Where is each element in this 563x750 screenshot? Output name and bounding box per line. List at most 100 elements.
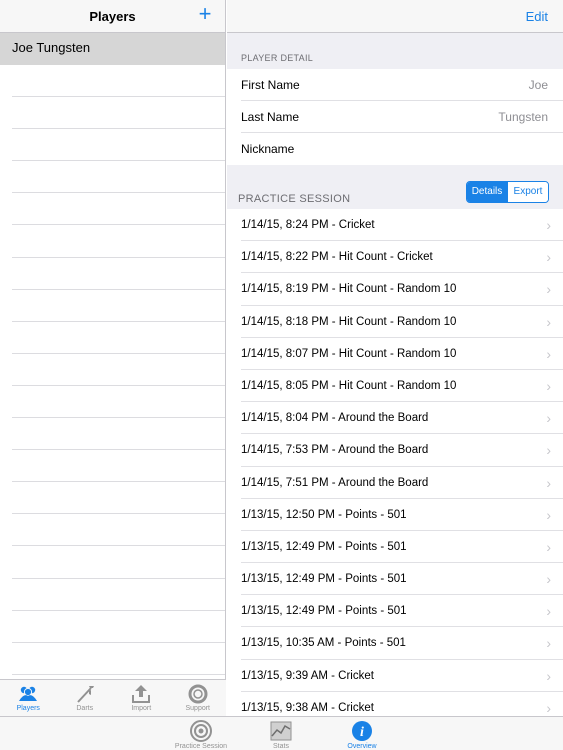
empty-list-row bbox=[12, 354, 225, 386]
tab-darts-label: Darts bbox=[76, 705, 94, 712]
empty-list-row bbox=[12, 258, 225, 290]
session-title: 1/13/15, 12:49 PM - Points - 501 bbox=[241, 540, 407, 553]
session-title: 1/14/15, 8:07 PM - Hit Count - Random 10 bbox=[241, 347, 457, 360]
player-fields-group: First Name Joe Last Name Tungsten Nickna… bbox=[227, 69, 563, 165]
empty-list-row bbox=[12, 611, 225, 643]
stats-chart-icon bbox=[241, 719, 321, 743]
session-title: 1/13/15, 10:35 AM - Points - 501 bbox=[241, 637, 406, 650]
practice-session-header: PRACTICE SESSION bbox=[238, 193, 351, 205]
session-title: 1/14/15, 8:24 PM - Cricket bbox=[241, 219, 375, 231]
main-tab-bar: Practice Session Stats i Overview bbox=[0, 716, 563, 750]
last-name-label: Last Name bbox=[241, 110, 300, 124]
session-title: 1/14/15, 8:18 PM - Hit Count - Random 10 bbox=[241, 315, 457, 328]
add-player-button[interactable]: + bbox=[195, 3, 215, 26]
chevron-right-icon: › bbox=[546, 474, 551, 491]
nickname-label: Nickname bbox=[241, 142, 295, 156]
session-row[interactable]: 1/13/15, 12:49 PM - Points - 501 › bbox=[227, 595, 563, 628]
tab-players-label: Players bbox=[16, 705, 40, 712]
details-export-segmented-control: Details Export bbox=[466, 181, 549, 203]
session-row[interactable]: 1/14/15, 7:51 PM - Around the Board › bbox=[227, 467, 563, 499]
chevron-right-icon: › bbox=[546, 442, 551, 459]
players-nav-bar: Players + bbox=[0, 0, 225, 33]
lifebuoy-icon bbox=[170, 683, 227, 705]
chevron-right-icon: › bbox=[546, 281, 551, 298]
tab-support-label: Support bbox=[185, 705, 211, 712]
session-title: 1/14/15, 8:04 PM - Around the Board bbox=[241, 412, 429, 425]
empty-list-row bbox=[12, 97, 225, 130]
session-row[interactable]: 1/13/15, 12:50 PM - Points - 501 › bbox=[227, 499, 563, 531]
chevron-right-icon: › bbox=[546, 667, 551, 684]
session-title: 1/14/15, 8:05 PM - Hit Count - Random 10 bbox=[241, 379, 457, 392]
chevron-right-icon: › bbox=[546, 345, 551, 362]
session-title: 1/13/15, 9:38 AM - Cricket bbox=[241, 701, 374, 714]
players-pane: Players + Joe Tungsten Players Darts Imp… bbox=[0, 0, 226, 716]
detail-nav-bar: Edit bbox=[227, 0, 563, 33]
tab-overview-label: Overview bbox=[347, 743, 377, 750]
tab-support[interactable]: Support bbox=[170, 680, 227, 716]
last-name-field[interactable]: Last Name Tungsten bbox=[227, 101, 563, 133]
session-row[interactable]: 1/14/15, 8:22 PM - Hit Count - Cricket › bbox=[227, 241, 563, 274]
session-row[interactable]: 1/14/15, 8:24 PM - Cricket › bbox=[227, 209, 563, 242]
empty-list-row bbox=[12, 482, 225, 515]
tab-players[interactable]: Players bbox=[0, 680, 57, 716]
tab-import-label: Import bbox=[131, 705, 152, 712]
svg-text:i: i bbox=[360, 725, 364, 740]
nickname-field[interactable]: Nickname bbox=[227, 133, 563, 165]
chevron-right-icon: › bbox=[546, 217, 551, 233]
empty-list-row bbox=[12, 546, 225, 579]
chevron-right-icon: › bbox=[546, 506, 551, 523]
chevron-right-icon: › bbox=[546, 699, 551, 716]
export-segment[interactable]: Export bbox=[507, 182, 548, 202]
session-row[interactable]: 1/14/15, 8:18 PM - Hit Count - Random 10… bbox=[227, 306, 563, 338]
first-name-field[interactable]: First Name Joe bbox=[227, 69, 563, 101]
tab-stats-label: Stats bbox=[273, 743, 289, 750]
empty-list-row bbox=[12, 225, 225, 258]
edit-button[interactable]: Edit bbox=[526, 9, 548, 24]
tab-import[interactable]: Import bbox=[113, 680, 170, 716]
tab-practice-session[interactable]: Practice Session bbox=[161, 717, 241, 750]
players-list: Joe Tungsten bbox=[0, 33, 225, 675]
session-row[interactable]: 1/14/15, 8:19 PM - Hit Count - Random 10… bbox=[227, 273, 563, 306]
last-name-value: Tungsten bbox=[498, 110, 548, 124]
session-row[interactable]: 1/13/15, 9:39 AM - Cricket › bbox=[227, 660, 563, 692]
chevron-right-icon: › bbox=[546, 538, 551, 555]
session-row[interactable]: 1/13/15, 12:49 PM - Points - 501 › bbox=[227, 563, 563, 596]
players-tab-bar: Players Darts Import Support bbox=[0, 679, 226, 716]
tab-overview[interactable]: i Overview bbox=[322, 717, 402, 750]
session-row[interactable]: 1/14/15, 8:07 PM - Hit Count - Random 10… bbox=[227, 338, 563, 370]
empty-list-row bbox=[12, 193, 225, 226]
empty-list-row bbox=[12, 129, 225, 162]
empty-list-row bbox=[12, 579, 225, 611]
tab-darts[interactable]: Darts bbox=[57, 680, 114, 716]
empty-list-row bbox=[12, 290, 225, 322]
session-row[interactable]: 1/13/15, 10:35 AM - Points - 501 › bbox=[227, 627, 563, 660]
session-title: 1/13/15, 12:49 PM - Points - 501 bbox=[241, 573, 407, 586]
session-row[interactable]: 1/13/15, 9:38 AM - Cricket › bbox=[227, 692, 563, 716]
chevron-right-icon: › bbox=[546, 313, 551, 330]
empty-list-row bbox=[12, 514, 225, 547]
target-icon bbox=[161, 719, 241, 743]
empty-list-row bbox=[12, 322, 225, 354]
player-detail-pane: Edit PLAYER DETAIL First Name Joe Last N… bbox=[227, 0, 563, 716]
tab-stats[interactable]: Stats bbox=[241, 717, 321, 750]
session-title: 1/14/15, 7:51 PM - Around the Board bbox=[241, 476, 429, 489]
session-row[interactable]: 1/14/15, 8:04 PM - Around the Board › bbox=[227, 402, 563, 435]
empty-list-row bbox=[12, 643, 225, 675]
session-row[interactable]: 1/14/15, 8:05 PM - Hit Count - Random 10… bbox=[227, 370, 563, 403]
session-title: 1/13/15, 12:50 PM - Points - 501 bbox=[241, 508, 407, 521]
chevron-right-icon: › bbox=[546, 603, 551, 620]
empty-list-row bbox=[12, 418, 225, 451]
details-segment[interactable]: Details bbox=[467, 182, 507, 202]
player-row[interactable]: Joe Tungsten bbox=[0, 33, 225, 65]
session-row[interactable]: 1/13/15, 12:49 PM - Points - 501 › bbox=[227, 531, 563, 564]
session-row[interactable]: 1/14/15, 7:53 PM - Around the Board › bbox=[227, 434, 563, 467]
info-icon: i bbox=[322, 719, 402, 743]
players-icon bbox=[0, 683, 57, 705]
session-title: 1/14/15, 7:53 PM - Around the Board bbox=[241, 444, 429, 457]
empty-list-row bbox=[12, 161, 225, 194]
session-title: 1/13/15, 12:49 PM - Points - 501 bbox=[241, 605, 407, 618]
practice-session-list: 1/14/15, 8:24 PM - Cricket › 1/14/15, 8:22… bbox=[227, 209, 563, 716]
empty-list-row bbox=[12, 65, 225, 98]
tab-practice-session-label: Practice Session bbox=[174, 743, 228, 750]
chevron-right-icon: › bbox=[546, 635, 551, 652]
